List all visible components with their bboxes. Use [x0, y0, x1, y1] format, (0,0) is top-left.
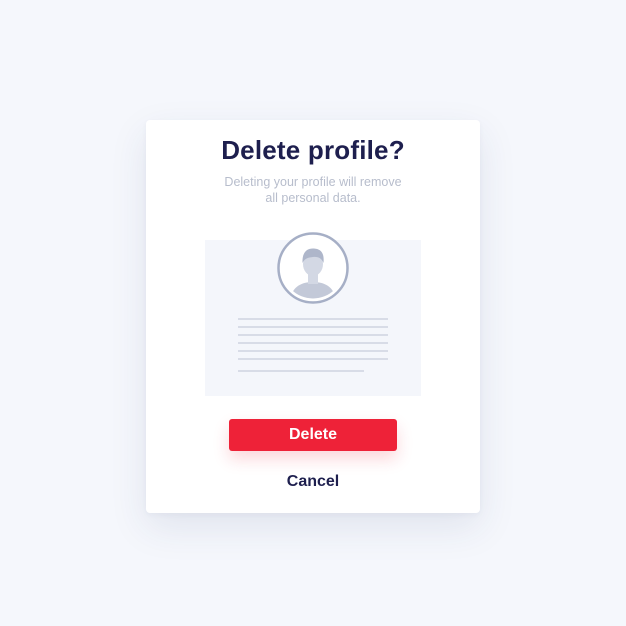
user-avatar-icon [277, 232, 349, 304]
placeholder-text-line [238, 350, 388, 352]
description-line-1: Deleting your profile will remove [224, 175, 402, 189]
placeholder-text-line [238, 334, 388, 336]
placeholder-text-line [238, 326, 388, 328]
dialog-description: Deleting your profile will remove all pe… [0, 174, 626, 206]
placeholder-text-line [238, 358, 388, 360]
placeholder-text-line [238, 342, 388, 344]
placeholder-text-line [238, 370, 364, 372]
delete-button[interactable]: Delete [229, 419, 397, 451]
cancel-button[interactable]: Cancel [263, 470, 363, 494]
description-line-2: all personal data. [265, 191, 361, 205]
placeholder-text-line [238, 318, 388, 320]
dialog-title: Delete profile? [221, 135, 405, 165]
